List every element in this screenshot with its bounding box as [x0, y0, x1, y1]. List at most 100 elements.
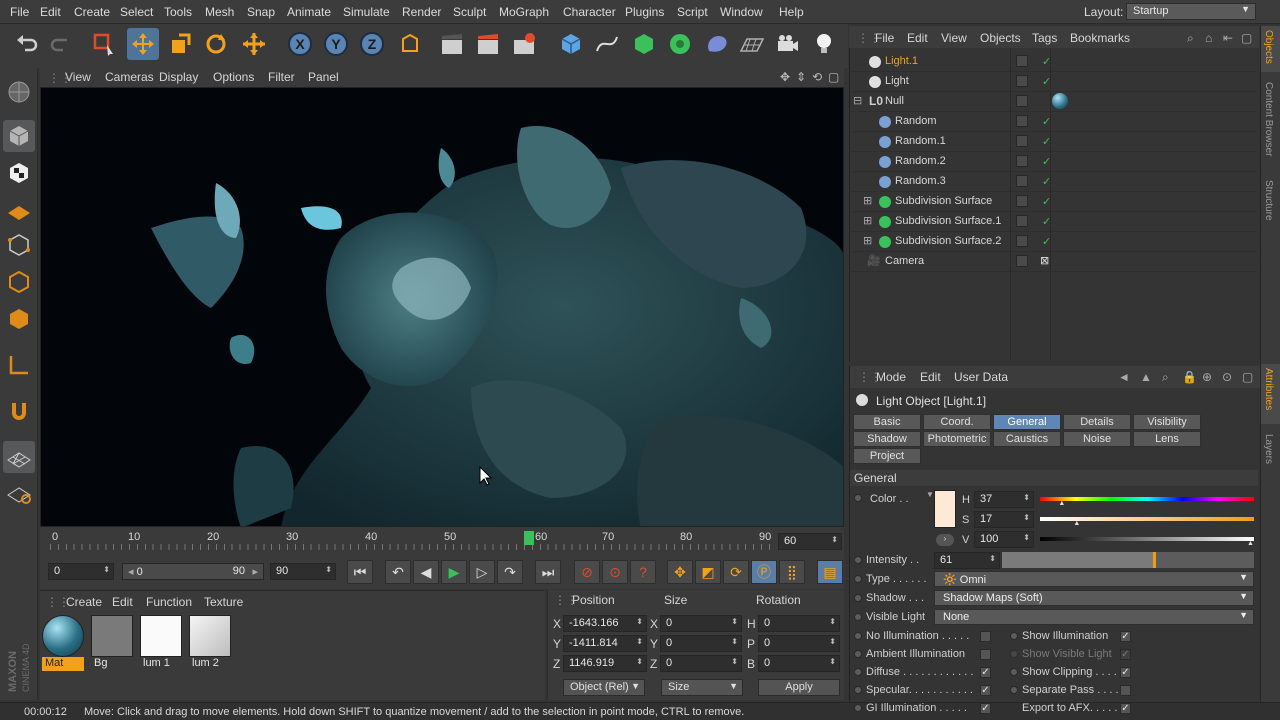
side-tab-structure[interactable]: Structure: [1263, 180, 1274, 221]
keyframe-selection-button[interactable]: ?: [630, 560, 656, 584]
menu-tools[interactable]: Tools: [164, 5, 192, 19]
menu-mesh[interactable]: Mesh: [205, 5, 234, 19]
go-to-end-button[interactable]: ⏭: [535, 560, 561, 584]
timeline-window-button[interactable]: ▤: [817, 560, 843, 584]
attribute-menu-mode[interactable]: Mode: [876, 370, 906, 384]
hue-thumb-icon[interactable]: ▲: [1058, 500, 1065, 507]
object-menu-view[interactable]: View: [941, 31, 967, 45]
model-mode-button[interactable]: [3, 120, 35, 152]
pos-z-field[interactable]: 1146.919 ⬍: [563, 655, 647, 672]
render-picture-viewer-button[interactable]: [472, 28, 504, 60]
size-mode-select[interactable]: Size ▼: [661, 679, 743, 696]
min-time-field[interactable]: 0 ⬍: [48, 563, 114, 580]
menu-file[interactable]: File: [10, 5, 29, 19]
object-row-subdivision-surface[interactable]: ⊞ Subdivision Surface ✓: [849, 192, 1257, 212]
object-menu-edit[interactable]: Edit: [907, 31, 928, 45]
value-thumb-icon[interactable]: ▲: [1247, 540, 1254, 547]
texture-mode-button[interactable]: [3, 157, 35, 189]
side-tab-objects[interactable]: Objects: [1263, 30, 1274, 64]
timeline-ruler[interactable]: 0 10 20 30 40 50 60 70 80 90 60 ⬍: [40, 527, 844, 555]
tab-basic[interactable]: Basic: [853, 414, 921, 430]
menu-render[interactable]: Render: [402, 5, 441, 19]
animation-dot[interactable]: [1010, 650, 1018, 658]
tab-visibility[interactable]: Visibility: [1133, 414, 1201, 430]
editor-visibility-toggle[interactable]: [1016, 115, 1028, 127]
menu-create[interactable]: Create: [74, 5, 110, 19]
editor-visibility-toggle[interactable]: [1016, 135, 1028, 147]
enabled-check-icon[interactable]: ✓: [1042, 235, 1051, 248]
animation-dot[interactable]: [854, 613, 862, 621]
animation-dot[interactable]: [854, 556, 862, 564]
max-time-field[interactable]: 90 ⬍: [270, 563, 336, 580]
material-lum-2[interactable]: lum 2: [189, 615, 231, 673]
workplane-lock-button[interactable]: [3, 441, 35, 473]
record-pla-button[interactable]: ⣿: [779, 560, 805, 584]
object-menu-bookmarks[interactable]: Bookmarks: [1070, 31, 1130, 45]
new-manager-icon[interactable]: ⊕: [1202, 370, 1212, 384]
viewport-dolly-icon[interactable]: ⇕: [796, 70, 806, 84]
material-menu-edit[interactable]: Edit: [112, 595, 133, 609]
object-menu-objects[interactable]: Objects: [980, 31, 1021, 45]
rot-h-field[interactable]: 0 ⬍: [758, 615, 840, 632]
record-parameter-button[interactable]: Ⓟ: [751, 560, 777, 584]
viewport-menu-view[interactable]: View: [65, 70, 91, 84]
hue-slider[interactable]: [1040, 497, 1254, 501]
timeline-playhead[interactable]: [524, 531, 534, 545]
animation-dot[interactable]: [1010, 668, 1018, 676]
menu-character[interactable]: Character: [563, 5, 616, 19]
object-row-random-3[interactable]: Random.3 ✓: [849, 172, 1257, 192]
separate-pass-checkbox[interactable]: [1120, 685, 1131, 696]
object-menu-file[interactable]: File: [875, 31, 894, 45]
color-swatch[interactable]: [934, 490, 956, 528]
menu-help[interactable]: Help: [779, 5, 804, 19]
pos-x-field[interactable]: -1643.166 ⬍: [563, 615, 647, 632]
search-icon[interactable]: ⌕: [1162, 370, 1169, 385]
side-tab-layers[interactable]: Layers: [1263, 434, 1274, 464]
tab-lens[interactable]: Lens: [1133, 431, 1201, 447]
points-mode-button[interactable]: [3, 229, 35, 261]
redo-button[interactable]: [46, 28, 78, 60]
object-row-light-1[interactable]: Light.1 ✓: [849, 52, 1257, 72]
workplane-align-button[interactable]: [3, 476, 35, 508]
layout-select[interactable]: Startup ▼: [1126, 3, 1256, 20]
subdivision-surface-button[interactable]: [628, 28, 660, 60]
coordinate-system-button[interactable]: [394, 28, 426, 60]
saturation-thumb-icon[interactable]: ▲: [1073, 520, 1080, 527]
3d-viewport[interactable]: [40, 87, 844, 527]
home-icon[interactable]: ⌂: [1205, 31, 1212, 45]
side-tab-content-browser[interactable]: Content Browser: [1263, 82, 1274, 156]
menu-mograph[interactable]: MoGraph: [499, 5, 549, 19]
back-arrow-icon[interactable]: ◄: [1118, 370, 1130, 384]
object-menu-tags[interactable]: Tags: [1032, 31, 1057, 45]
value-field[interactable]: 100 ⬍: [974, 531, 1034, 548]
enabled-check-icon[interactable]: ✓: [1042, 155, 1051, 168]
viewport-maximize-icon[interactable]: ▢: [828, 70, 839, 84]
value-slider[interactable]: [1040, 537, 1254, 541]
menu-plugins[interactable]: Plugins: [625, 5, 664, 19]
expand-plus-icon[interactable]: ⊞: [863, 194, 872, 207]
menu-sculpt[interactable]: Sculpt: [453, 5, 486, 19]
menu-simulate[interactable]: Simulate: [343, 5, 390, 19]
enabled-check-icon[interactable]: ✓: [1042, 115, 1051, 128]
editor-visibility-toggle[interactable]: [1016, 175, 1028, 187]
collapse-icon[interactable]: ⇤: [1223, 31, 1233, 45]
material-menu-function[interactable]: Function: [146, 595, 192, 609]
viewport-menu-panel[interactable]: Panel: [308, 70, 339, 84]
material-mat[interactable]: Mat: [42, 615, 84, 673]
enabled-check-icon[interactable]: ✓: [1042, 55, 1051, 68]
animation-dot[interactable]: [854, 686, 862, 694]
previous-key-button[interactable]: ↶: [385, 560, 411, 584]
maximize-icon[interactable]: ▢: [1241, 31, 1252, 45]
object-row-light[interactable]: Light ✓: [849, 72, 1257, 92]
animation-dot[interactable]: [1010, 632, 1018, 640]
show-illumination-checkbox[interactable]: ✓: [1120, 631, 1131, 642]
object-row-random[interactable]: Random ✓: [849, 112, 1257, 132]
visible-light-select[interactable]: None ▼: [934, 609, 1254, 625]
editor-visibility-toggle[interactable]: [1016, 95, 1028, 107]
live-selection-button[interactable]: [88, 28, 120, 60]
record-scale-button[interactable]: ◩: [695, 560, 721, 584]
move-button[interactable]: [127, 28, 159, 60]
rotate-button[interactable]: [200, 28, 232, 60]
go-to-start-button[interactable]: ⏮: [347, 560, 373, 584]
collapse-minus-icon[interactable]: ⊟: [853, 94, 862, 107]
